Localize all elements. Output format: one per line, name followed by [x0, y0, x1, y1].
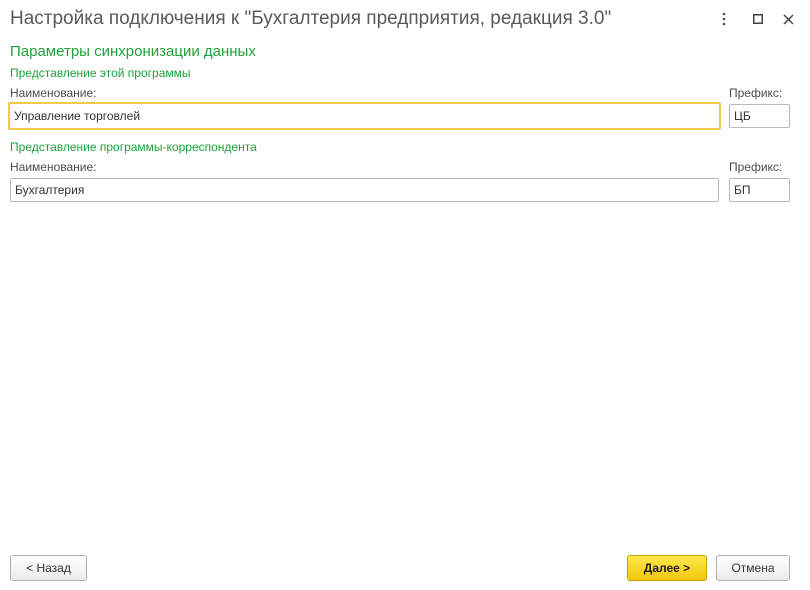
close-icon[interactable]: [778, 9, 798, 29]
connection-setup-dialog: Настройка подключения к "Бухгалтерия пре…: [0, 0, 810, 590]
this-program-prefix-field[interactable]: [729, 104, 790, 128]
this-program-prefix-label: Префикс:: [729, 86, 783, 100]
correspondent-group-title: Представление программы-корреспондента: [10, 140, 257, 154]
next-button[interactable]: Далее >: [627, 555, 707, 581]
back-button[interactable]: < Назад: [10, 555, 87, 581]
correspondent-prefix-field[interactable]: [729, 178, 790, 202]
correspondent-name-field[interactable]: [10, 178, 719, 202]
correspondent-prefix-label: Префикс:: [729, 160, 783, 174]
this-program-name-label: Наименование:: [10, 86, 97, 100]
more-icon[interactable]: [714, 9, 734, 29]
window-title: Настройка подключения к "Бухгалтерия пре…: [10, 8, 612, 29]
this-program-name-field[interactable]: [8, 102, 721, 130]
cancel-button[interactable]: Отмена: [716, 555, 790, 581]
section-title: Параметры синхронизации данных: [10, 43, 256, 60]
this-program-group-title: Представление этой программы: [10, 66, 191, 80]
maximize-icon[interactable]: [748, 9, 768, 29]
correspondent-name-label: Наименование:: [10, 160, 97, 174]
